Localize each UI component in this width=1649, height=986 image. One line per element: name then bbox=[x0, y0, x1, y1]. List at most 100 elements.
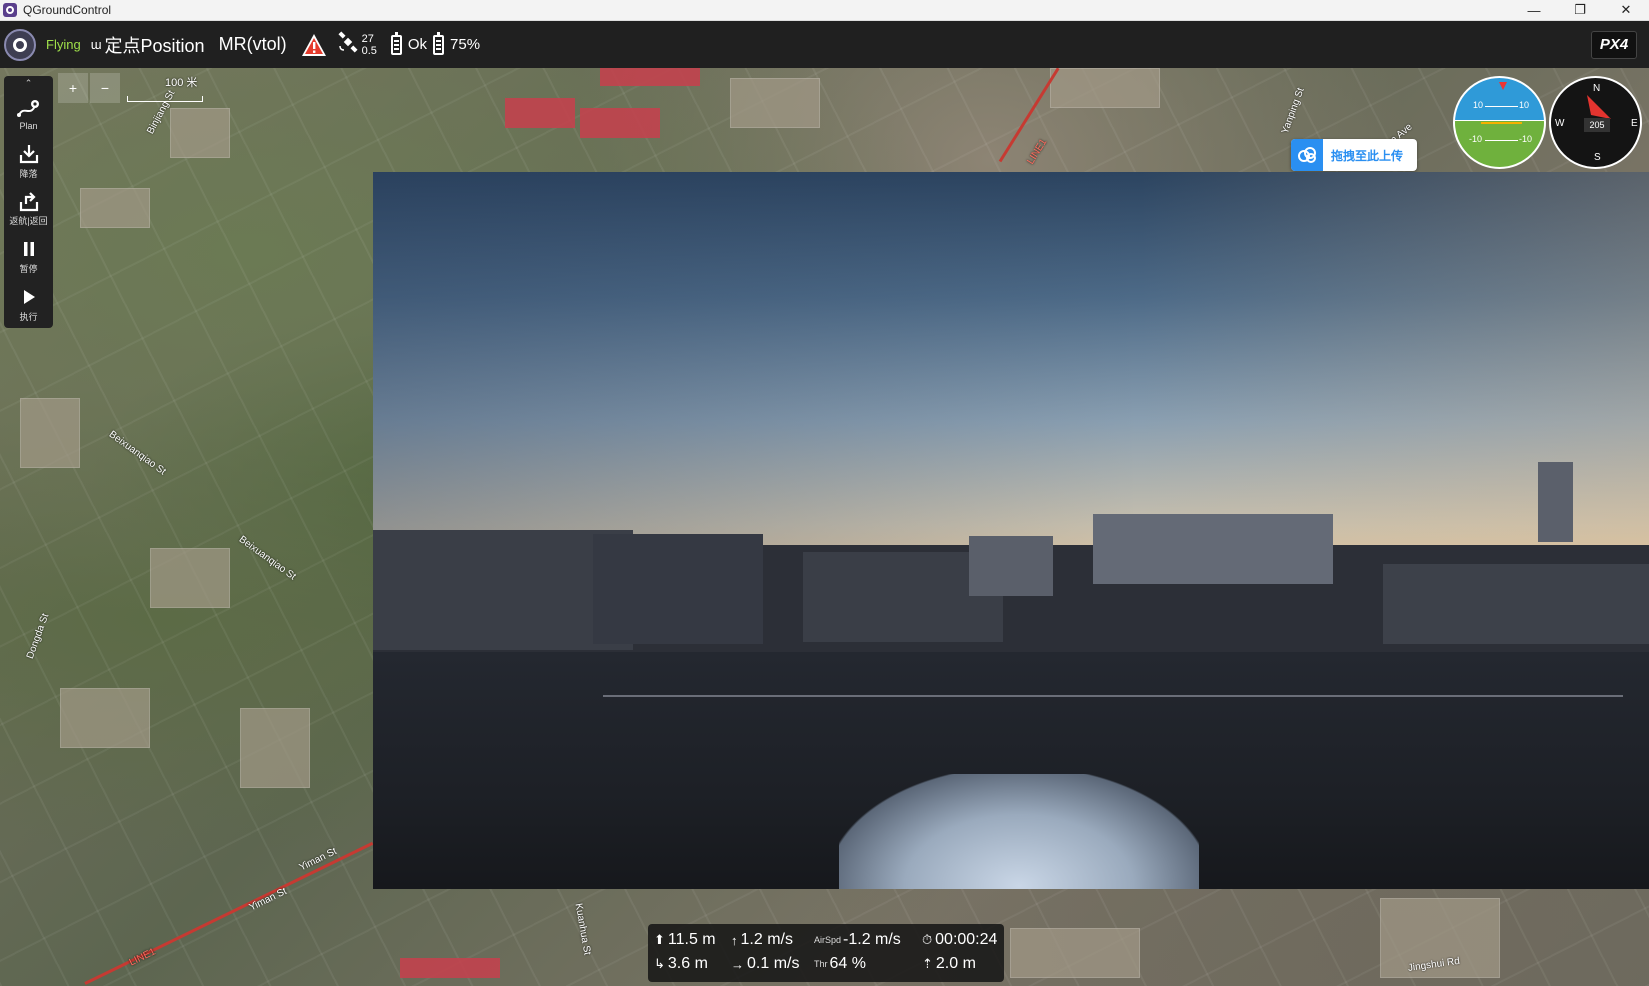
warning-icon[interactable] bbox=[301, 33, 327, 57]
close-button[interactable]: ✕ bbox=[1603, 0, 1649, 21]
cloud-upload-icon bbox=[1291, 139, 1323, 171]
window-titlebar: QGroundControl — ❐ ✕ bbox=[0, 0, 1649, 21]
street-label: Beixuanqiao St bbox=[106, 429, 168, 478]
minimize-button[interactable]: — bbox=[1511, 0, 1557, 21]
flight-state[interactable]: Flying bbox=[46, 37, 81, 52]
rc-status[interactable]: Ok bbox=[408, 36, 427, 53]
metro-line bbox=[998, 68, 1060, 163]
px4-logo: PX4 bbox=[1591, 30, 1637, 59]
compass-south: S bbox=[1594, 152, 1601, 163]
rtl-label: 返航|返回 bbox=[9, 216, 48, 227]
video-building bbox=[1538, 462, 1573, 542]
plan-button[interactable]: Plan bbox=[6, 90, 51, 138]
execute-button[interactable]: 执行 bbox=[6, 280, 51, 328]
pitch-line bbox=[1485, 106, 1518, 107]
land-button[interactable]: 降落 bbox=[6, 138, 51, 186]
compass-west: W bbox=[1555, 118, 1565, 129]
climb-rate-value: ↑ 1.2 m/s bbox=[731, 928, 814, 952]
throttle-text: 64 % bbox=[829, 955, 866, 972]
aircraft-reference-line bbox=[1481, 122, 1522, 124]
throttle-prefix: Thr bbox=[814, 959, 828, 969]
plan-label: Plan bbox=[19, 120, 38, 131]
land-icon bbox=[18, 143, 40, 165]
map-building bbox=[730, 78, 820, 128]
upload-label: 拖拽至此上传 bbox=[1331, 148, 1404, 163]
street-label: Yiman St bbox=[247, 885, 289, 914]
rtl-icon bbox=[18, 190, 40, 212]
map-building bbox=[240, 708, 310, 788]
video-feed[interactable] bbox=[373, 172, 1649, 889]
pitch-tick: -10 bbox=[1469, 134, 1483, 144]
compass-east: E bbox=[1631, 118, 1638, 129]
altitude-text: 11.5 m bbox=[667, 931, 716, 948]
telemetry-panel[interactable]: ⬆ 11.5 m ↑ 1.2 m/s AirSpd -1.2 m/s ⏱ 00:00:2… bbox=[648, 924, 1004, 982]
pitch-tick: -10 bbox=[1519, 134, 1533, 144]
map-scale-bar bbox=[127, 96, 203, 102]
home-distance-value: ⇡ 2.0 m bbox=[922, 952, 1010, 976]
pitch-tick: 10 bbox=[1473, 100, 1484, 110]
airspeed-value: AirSpd -1.2 m/s bbox=[814, 928, 922, 952]
rtl-button[interactable]: 返航|返回 bbox=[6, 185, 51, 233]
vehicle-type[interactable]: MR(vtol) bbox=[219, 34, 287, 55]
metro-line bbox=[84, 841, 374, 985]
map-red-roof bbox=[580, 108, 660, 138]
pitch-tick: 10 bbox=[1519, 100, 1530, 110]
pause-icon bbox=[21, 238, 37, 260]
zoom-in-button[interactable]: + bbox=[58, 73, 88, 103]
timer-icon: ⏱ bbox=[922, 932, 933, 947]
gps-indicator[interactable]: 27 0.5 bbox=[337, 31, 377, 58]
drag-upload-button[interactable]: 拖拽至此上传 bbox=[1291, 139, 1417, 171]
video-court-line bbox=[602, 695, 1624, 698]
map-building bbox=[60, 688, 150, 748]
altitude-icon: ⬆ bbox=[654, 932, 665, 947]
gps-hdop: 0.5 bbox=[361, 44, 377, 57]
home-distance-text: 2.0 m bbox=[935, 955, 976, 972]
ground-speed-value: → 0.1 m/s bbox=[731, 952, 814, 976]
map-zoom-controls: + − bbox=[58, 73, 120, 103]
map-building bbox=[170, 108, 230, 158]
gps-satellite-count: 27 bbox=[361, 32, 374, 45]
map-building bbox=[20, 398, 80, 468]
attitude-indicator: 10 10 -10 -10 bbox=[1453, 76, 1546, 169]
pause-label: 暂停 bbox=[19, 264, 38, 275]
zoom-out-button[interactable]: − bbox=[90, 73, 120, 103]
map-building bbox=[1050, 68, 1160, 108]
climb-rate-text: 1.2 m/s bbox=[740, 931, 793, 948]
execute-label: 执行 bbox=[19, 311, 38, 322]
map-red-roof bbox=[400, 958, 500, 978]
video-building bbox=[969, 536, 1053, 596]
window-controls: — ❐ ✕ bbox=[1511, 0, 1649, 21]
street-label: LINE1 bbox=[127, 946, 158, 969]
video-building bbox=[1383, 564, 1649, 644]
map-building bbox=[1010, 928, 1140, 978]
pause-button[interactable]: 暂停 bbox=[6, 233, 51, 281]
map-red-roof bbox=[600, 68, 700, 86]
video-sky-tint bbox=[373, 172, 1649, 588]
aircraft-nose bbox=[839, 774, 1199, 889]
play-icon bbox=[21, 286, 37, 308]
qgroundcontrol-app: QGroundControl — ❐ ✕ Flying ɯ 定点Position… bbox=[0, 0, 1649, 986]
qgc-app-icon bbox=[3, 3, 17, 17]
restore-button[interactable]: ❐ bbox=[1557, 0, 1603, 21]
airspeed-text: -1.2 m/s bbox=[843, 931, 901, 948]
ground-speed-text: 0.1 m/s bbox=[747, 955, 800, 972]
toolstrip-collapse-icon[interactable]: ⌃ bbox=[25, 78, 33, 90]
distance-value: ↳ 3.6 m bbox=[654, 952, 731, 976]
map-scale: 100 米 bbox=[121, 74, 205, 102]
video-building bbox=[593, 534, 763, 644]
pitch-line bbox=[1485, 140, 1518, 141]
distance-text: 3.6 m bbox=[667, 955, 708, 972]
flight-mode-selector[interactable]: 定点Position bbox=[105, 32, 205, 58]
street-label: Kuanhua St bbox=[572, 902, 593, 956]
street-label: LINE1 bbox=[1025, 137, 1050, 167]
window-title: QGroundControl bbox=[23, 3, 112, 17]
plan-icon bbox=[16, 97, 42, 119]
fly-toolstrip: ⌃ Plan 降落 返航|返回 暂停 执行 bbox=[4, 76, 53, 328]
battery-percent[interactable]: 75% bbox=[450, 36, 480, 53]
roll-pointer-icon bbox=[1499, 82, 1507, 90]
home-distance-icon: ⇡ bbox=[922, 956, 933, 971]
distance-icon: ↳ bbox=[654, 956, 665, 971]
map-red-roof bbox=[505, 98, 575, 128]
qgc-logo-button[interactable] bbox=[4, 28, 36, 61]
land-label: 降落 bbox=[19, 168, 38, 179]
